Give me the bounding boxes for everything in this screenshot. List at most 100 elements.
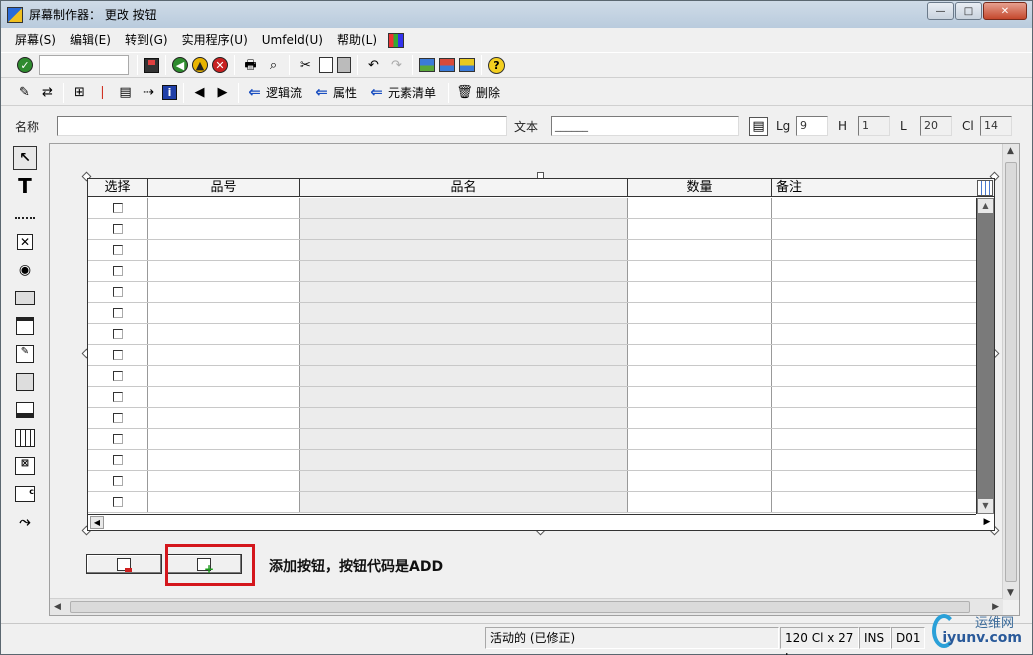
table-cell[interactable] (772, 219, 958, 239)
status-icon[interactable]: ⤳ (13, 510, 37, 534)
delete-button[interactable]: 删除 (476, 84, 500, 101)
previous-icon[interactable]: ◀ (190, 83, 209, 102)
layout-icon[interactable] (419, 58, 435, 72)
table-cell[interactable] (628, 387, 772, 407)
table-cell[interactable] (772, 240, 958, 260)
table-vertical-scrollbar[interactable]: ▲ ▼ (976, 198, 994, 514)
table-cell[interactable] (772, 324, 958, 344)
row-checkbox[interactable] (112, 497, 123, 507)
display-change-icon[interactable]: ⇄ (38, 83, 57, 102)
table-config-icon[interactable] (977, 180, 993, 196)
input-field-icon[interactable] (13, 202, 37, 226)
scroll-thumb[interactable] (70, 601, 970, 613)
column-header-select[interactable]: 选择 (88, 179, 148, 196)
text-field[interactable]: ______ (551, 116, 739, 136)
menu-screen[interactable]: 屏幕(S) (1, 30, 63, 50)
menu-edit[interactable]: 编辑(E) (63, 30, 118, 50)
table-cell[interactable] (772, 366, 958, 386)
gui-options-icon[interactable] (388, 32, 405, 48)
tabstrip-icon[interactable] (13, 314, 37, 338)
tabstrip-wizard-icon[interactable]: ✎ (13, 342, 37, 366)
scroll-up-icon[interactable]: ▲ (1007, 146, 1014, 156)
delete-row-pushbutton[interactable] (86, 554, 162, 574)
table-cell[interactable] (148, 282, 300, 302)
row-checkbox[interactable] (112, 392, 123, 402)
custom-control-icon[interactable]: c (13, 482, 37, 506)
row-checkbox[interactable] (112, 203, 123, 213)
table-cell[interactable] (148, 471, 300, 491)
table-cell[interactable] (628, 261, 772, 281)
layout-canvas[interactable]: 选择 品号 品名 数量 备注 ▲ ▼ ◀ ▶ 添加按钮，按钮代 (49, 143, 1020, 616)
table-cell[interactable] (628, 303, 772, 323)
table-cell[interactable] (148, 261, 300, 281)
table-cell[interactable] (772, 450, 958, 470)
table-cell[interactable] (148, 450, 300, 470)
row-checkbox[interactable] (112, 413, 123, 423)
table-cell[interactable] (628, 492, 772, 512)
dict-fields-icon[interactable]: ▤ (116, 83, 135, 102)
table-cell[interactable] (628, 240, 772, 260)
table-cell[interactable] (300, 366, 628, 386)
image-icon[interactable] (459, 58, 475, 72)
cancel-icon[interactable]: ✕ (212, 57, 228, 73)
menu-help[interactable]: 帮助(L) (330, 30, 384, 50)
scroll-down-icon[interactable]: ▼ (978, 499, 993, 513)
exit-icon[interactable]: ▲ (192, 57, 208, 73)
minimize-button[interactable]: — (927, 2, 954, 20)
table-cell[interactable] (148, 303, 300, 323)
table-cell[interactable] (628, 219, 772, 239)
row-checkbox[interactable] (112, 245, 123, 255)
cut-icon[interactable]: ✂ (296, 56, 315, 75)
table-horizontal-scrollbar[interactable]: ◀ ▶ (88, 514, 990, 530)
scroll-thumb[interactable] (1005, 162, 1017, 582)
table-cell[interactable] (300, 282, 628, 302)
row-checkbox[interactable] (112, 455, 123, 465)
table-cell[interactable] (148, 429, 300, 449)
table-cell[interactable] (148, 240, 300, 260)
table-cell[interactable] (148, 387, 300, 407)
table-control[interactable]: 选择 品号 品名 数量 备注 ▲ ▼ ◀ ▶ (87, 178, 995, 531)
pushbutton-icon[interactable] (13, 286, 37, 310)
table-cell[interactable] (628, 429, 772, 449)
navigate-icon[interactable]: ⇢ (139, 83, 158, 102)
table-cell[interactable] (628, 450, 772, 470)
table-cell[interactable] (772, 303, 958, 323)
table-cell[interactable] (148, 408, 300, 428)
scroll-up-icon[interactable]: ▲ (978, 199, 993, 213)
redo-icon[interactable]: ↷ (387, 56, 406, 75)
enter-check-icon[interactable]: ✓ (17, 57, 33, 73)
graphic-icon[interactable] (439, 58, 455, 72)
back-icon[interactable]: ◀ (172, 57, 188, 73)
checkbox-icon[interactable]: ✕ (13, 230, 37, 254)
row-checkbox[interactable] (112, 329, 123, 339)
radio-button-icon[interactable]: ◉ (13, 258, 37, 282)
toggle-icon[interactable]: ✎ (15, 83, 34, 102)
row-checkbox[interactable] (112, 224, 123, 234)
table-cell[interactable] (300, 387, 628, 407)
table-cell[interactable] (300, 261, 628, 281)
table-cell[interactable] (772, 492, 958, 512)
pointer-icon[interactable]: ↖ (13, 146, 37, 170)
row-checkbox[interactable] (112, 350, 123, 360)
table-cell[interactable] (628, 324, 772, 344)
table-cell[interactable] (772, 429, 958, 449)
menu-environment[interactable]: Umfeld(U) (255, 30, 330, 50)
lg-field[interactable]: 9 (796, 116, 828, 136)
maximize-button[interactable]: □ (955, 2, 982, 20)
table-cell[interactable] (772, 408, 958, 428)
table-cell[interactable] (300, 408, 628, 428)
table-cell[interactable] (148, 219, 300, 239)
column-header-remark[interactable]: 备注 (772, 179, 976, 196)
text-field-icon[interactable]: T (13, 174, 37, 198)
table-cell[interactable] (300, 303, 628, 323)
table-cell[interactable] (628, 198, 772, 218)
row-checkbox[interactable] (112, 371, 123, 381)
table-cell[interactable] (300, 471, 628, 491)
table-cell[interactable] (772, 345, 958, 365)
table-cell[interactable] (300, 198, 628, 218)
table-cell[interactable] (148, 366, 300, 386)
name-field[interactable] (57, 116, 507, 136)
save-icon[interactable] (144, 57, 159, 73)
table-cell[interactable] (300, 429, 628, 449)
table-cell[interactable] (628, 282, 772, 302)
